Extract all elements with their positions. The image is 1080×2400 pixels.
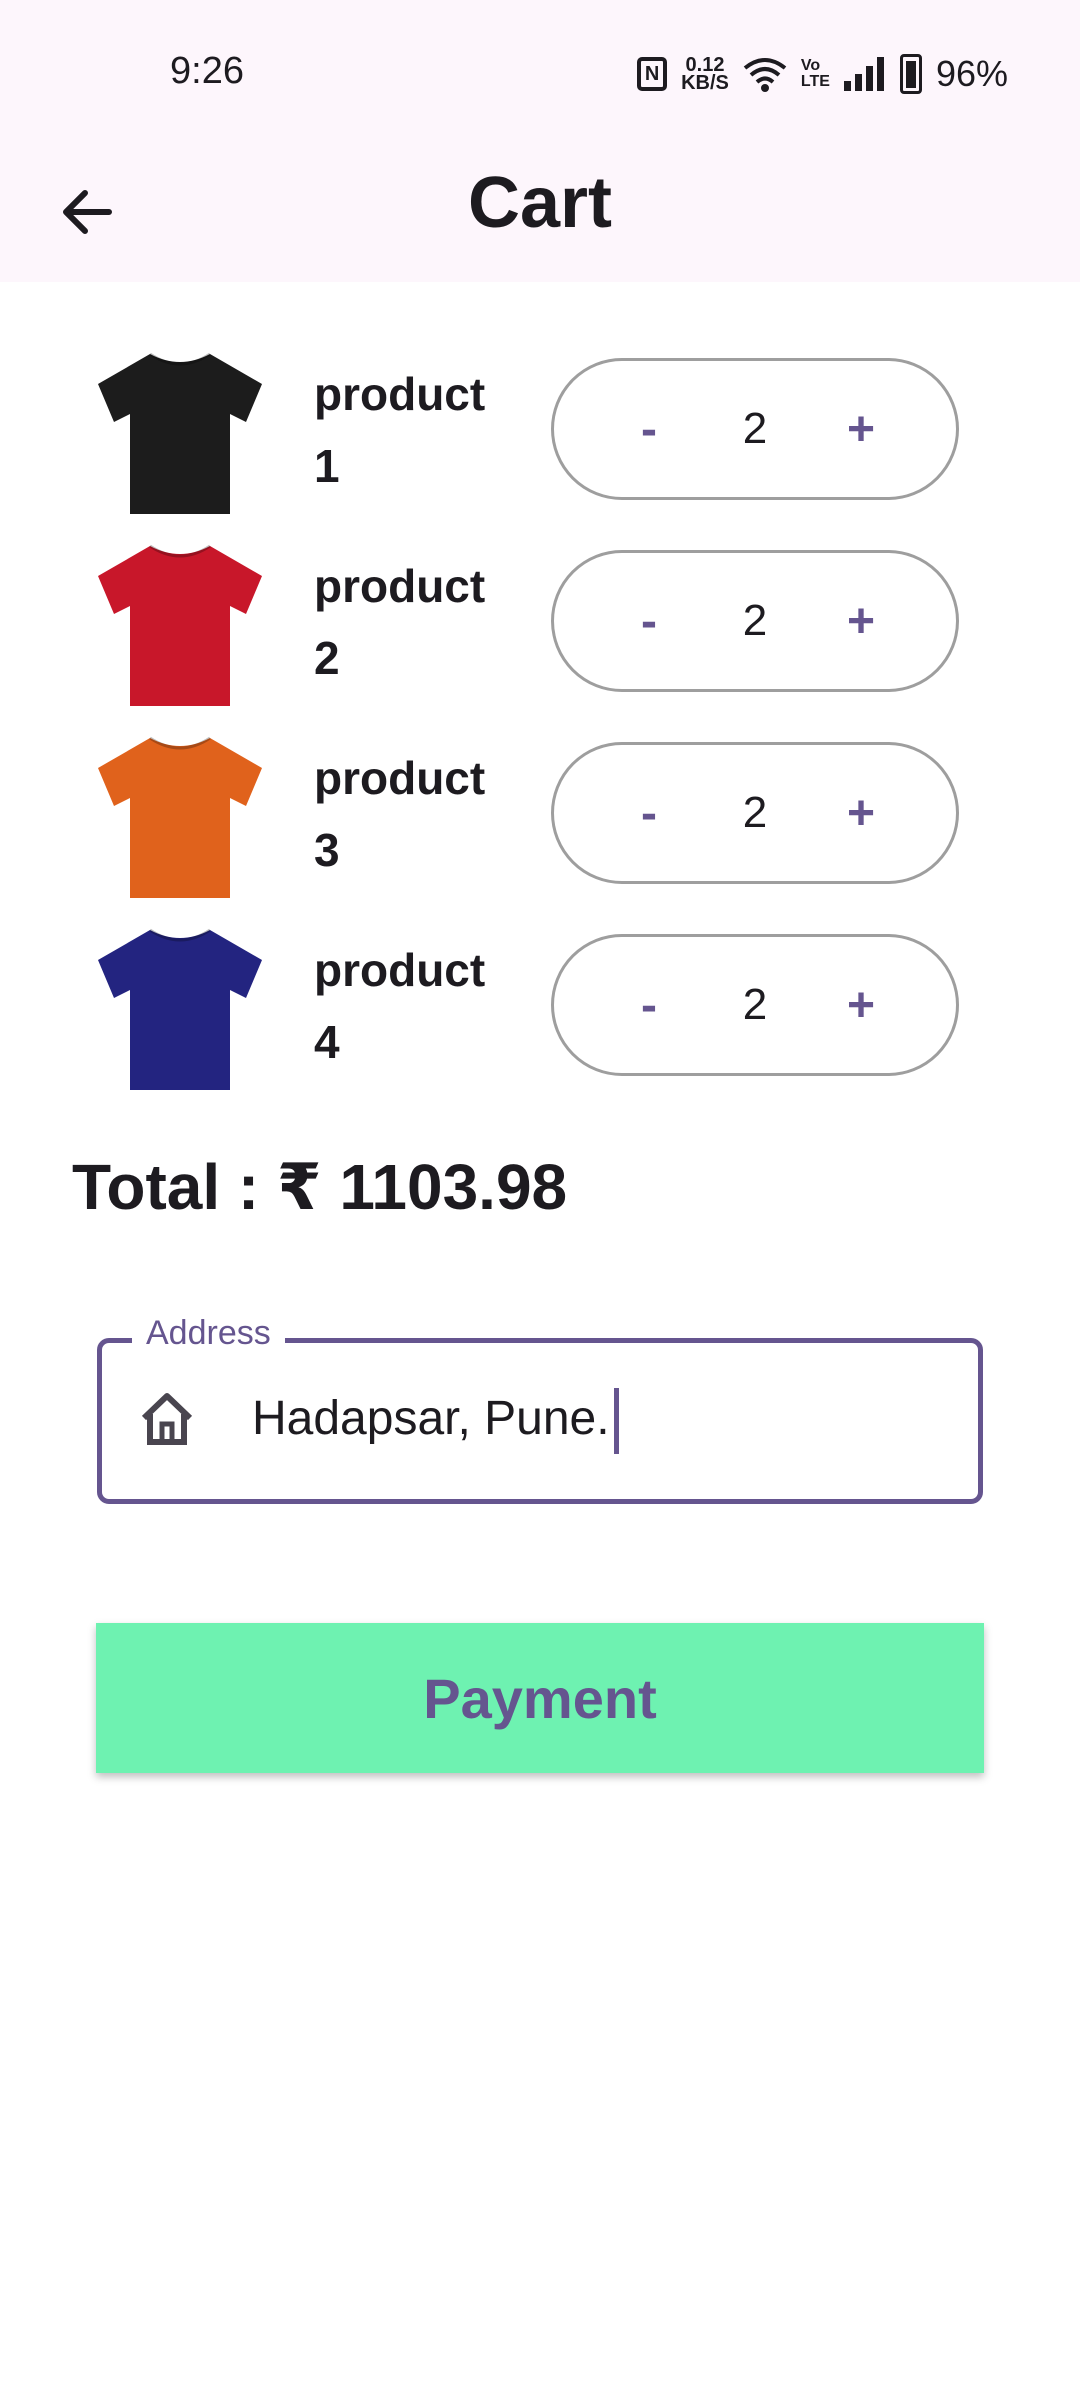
signal-icon [843,57,884,91]
tshirt-shape [98,354,262,514]
decrement-button[interactable]: - [624,402,674,457]
status-time: 9:26 [170,50,244,92]
quantity-value: 2 [742,980,768,1029]
tshirt-shape [98,546,262,706]
cart-item: product 3 - 2 + [0,724,1080,904]
nfc-icon: N [637,57,668,91]
increment-button[interactable]: + [836,786,886,841]
increment-button[interactable]: + [836,978,886,1033]
app-bar: Cart [0,140,1080,282]
tshirt-image [98,352,262,514]
tshirt-image [98,544,262,706]
quantity-value: 2 [742,404,768,453]
quantity-value: 2 [742,788,768,837]
tshirt-shape [98,738,262,898]
product-name: product 1 [314,368,486,492]
quantity-stepper: - 2 + [551,934,959,1076]
quantity-value: 2 [742,596,768,645]
battery-icon [899,54,922,94]
decrement-button[interactable]: - [624,594,674,649]
wifi-icon [743,58,787,92]
cart-item: product 2 - 2 + [0,532,1080,712]
increment-button[interactable]: + [836,594,886,649]
cart-item: product 4 - 2 + [0,916,1080,1096]
text-caret [613,1388,619,1455]
quantity-stepper: - 2 + [551,358,959,500]
tshirt-image [98,928,262,1090]
address-input[interactable]: Hadapsar, Pune. [252,1388,619,1455]
battery-level: 96% [935,53,1008,94]
address-label: Address [132,1314,285,1353]
decrement-button[interactable]: - [624,786,674,841]
product-name: product 4 [314,944,486,1068]
cart-total: Total : ₹ 1103.98 [72,1151,568,1223]
volte-top: Vo [800,57,821,74]
tshirt-shape [98,930,262,1090]
page-title: Cart [467,163,613,243]
network-speed: 0.12 KB/S [681,55,729,94]
address-value: Hadapsar, Pune. [252,1392,610,1445]
payment-button[interactable]: Payment [96,1623,984,1773]
decrement-button[interactable]: - [624,978,674,1033]
network-speed-unit: KB/S [681,72,729,94]
cart-item: product 1 - 2 + [0,340,1080,520]
quantity-stepper: - 2 + [551,742,959,884]
increment-button[interactable]: + [836,402,886,457]
tshirt-image [98,736,262,898]
status-bar: 9:26 N 0.12 KB/S Vo LTE 96% [0,0,1080,140]
product-name: product 2 [314,560,486,684]
quantity-stepper: - 2 + [551,550,959,692]
volte-indicator: Vo LTE [801,58,830,90]
home-icon [141,1393,193,1445]
status-icons: N 0.12 KB/S Vo LTE 96% [637,50,1008,98]
product-name: product 3 [314,752,486,876]
volte-bottom: LTE [800,73,830,90]
